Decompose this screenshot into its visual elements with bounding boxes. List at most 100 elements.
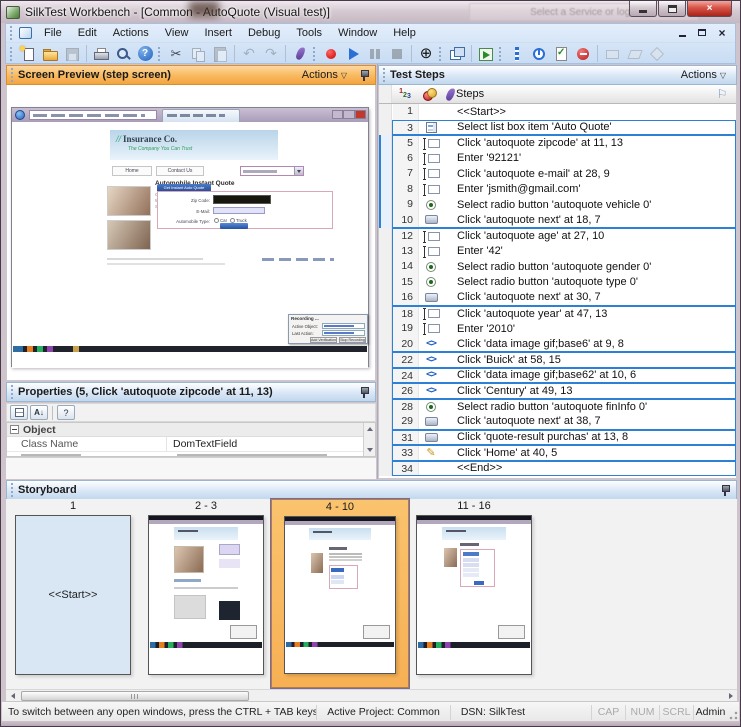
row-selector[interactable]	[379, 337, 392, 353]
menu-actions[interactable]: Actions	[105, 25, 157, 41]
storyboard-thumb-1[interactable]: 1<<Start>>	[15, 499, 131, 675]
menu-tools[interactable]: Tools	[288, 25, 330, 41]
row-selector[interactable]	[379, 151, 392, 167]
test-steps-column-header[interactable]: 123 Steps ⚐	[379, 85, 736, 104]
scrollbar-thumb[interactable]	[21, 691, 249, 701]
test-step-row-19[interactable]: 19Enter '2010'	[379, 321, 736, 337]
row-selector[interactable]	[379, 135, 392, 151]
row-selector[interactable]	[379, 290, 392, 306]
test-step-row-31[interactable]: 31Click 'quote-result purchas' at 13, 8	[379, 430, 736, 446]
steps-button[interactable]	[506, 44, 528, 63]
test-step-row-29[interactable]: 29Click 'autoquote next' at 38, 7	[379, 414, 736, 430]
panel-splitter[interactable]	[377, 64, 378, 479]
panel-grip[interactable]	[11, 385, 16, 399]
minimize-button[interactable]	[629, 1, 657, 17]
row-selector[interactable]	[379, 259, 392, 275]
shape-rect-button[interactable]	[601, 44, 623, 63]
identify-button[interactable]: ⊕	[415, 44, 437, 63]
panel-grip[interactable]	[383, 68, 388, 82]
collapse-icon[interactable]	[10, 425, 19, 434]
row-selector[interactable]	[379, 244, 392, 260]
property-group-row[interactable]: Object	[7, 423, 375, 437]
property-row[interactable]: Class NameDomTextField	[7, 437, 375, 452]
help-button[interactable]: ?	[134, 44, 156, 63]
menu-help[interactable]: Help	[385, 25, 424, 41]
test-step-row-12[interactable]: 12Click 'autoquote age' at 27, 10	[379, 228, 736, 244]
redo-button[interactable]: ↷	[260, 44, 282, 63]
menubar-grip[interactable]	[10, 26, 15, 40]
property-value[interactable]: DomTextField	[167, 437, 375, 451]
test-step-row-8[interactable]: 8Enter 'jsmith@gmail.com'	[379, 182, 736, 198]
menu-insert[interactable]: Insert	[196, 25, 240, 41]
test-step-row-24[interactable]: 24<>Click 'data image gif;base62' at 10,…	[379, 368, 736, 384]
test-step-row-3[interactable]: 3Select list box item 'Auto Quote'	[379, 120, 736, 136]
pin-icon[interactable]	[359, 386, 369, 399]
alphabetical-sort-button[interactable]: A↓	[30, 405, 48, 420]
verify-button[interactable]	[550, 44, 572, 63]
save-button[interactable]	[61, 44, 83, 63]
categorized-button[interactable]	[10, 405, 28, 420]
mdi-minimize-button[interactable]	[675, 26, 689, 39]
row-selector[interactable]	[379, 166, 392, 182]
print-button[interactable]	[90, 44, 112, 63]
preview-button[interactable]	[112, 44, 134, 63]
row-selector[interactable]	[379, 445, 392, 461]
row-selector[interactable]	[379, 275, 392, 291]
test-step-row-7[interactable]: 7Click 'autoquote e-mail' at 28, 9	[379, 166, 736, 182]
paste-button[interactable]	[209, 44, 231, 63]
test-steps-actions-button[interactable]: Actions▽	[677, 68, 730, 82]
row-selector[interactable]	[379, 430, 392, 446]
pin-icon[interactable]	[720, 484, 730, 497]
test-step-row-33[interactable]: 33✎Click 'Home' at 40, 5	[379, 445, 736, 461]
menu-debug[interactable]: Debug	[240, 25, 288, 41]
shape-diamond-button[interactable]	[645, 44, 667, 63]
row-selector[interactable]	[379, 414, 392, 430]
menu-view[interactable]: View	[157, 25, 197, 41]
row-selector[interactable]	[379, 352, 392, 368]
mdi-close-button[interactable]: ×	[715, 26, 729, 39]
test-step-row-22[interactable]: 22<>Click 'Buick' at 58, 15	[379, 352, 736, 368]
row-selector[interactable]	[379, 306, 392, 322]
maximize-button[interactable]	[658, 1, 686, 17]
test-step-row-15[interactable]: 15Select radio button 'autoquote type 0'	[379, 275, 736, 291]
menu-edit[interactable]: Edit	[70, 25, 105, 41]
undo-button[interactable]: ↶	[238, 44, 260, 63]
menu-file[interactable]: File	[36, 25, 70, 41]
test-step-row-26[interactable]: 26<>Click 'Century' at 49, 13	[379, 383, 736, 399]
test-step-row-28[interactable]: 28Select radio button 'autoquote finInfo…	[379, 399, 736, 415]
test-step-row-13[interactable]: 13Enter '42'	[379, 244, 736, 260]
storyboard-scrollbar[interactable]	[6, 689, 737, 701]
property-help-button[interactable]: ?	[57, 405, 75, 420]
close-button[interactable]: ×	[687, 1, 732, 17]
copy-button[interactable]	[187, 44, 209, 63]
row-selector[interactable]	[379, 368, 392, 384]
pause-button[interactable]	[364, 44, 386, 63]
panel-grip[interactable]	[11, 483, 16, 497]
row-selector[interactable]	[379, 383, 392, 399]
storyboard-thumb-11-16[interactable]: 11 - 16	[416, 499, 532, 675]
visualtest-button[interactable]	[289, 44, 311, 63]
row-selector[interactable]	[379, 213, 392, 229]
stop-button[interactable]	[386, 44, 408, 63]
panel-grip[interactable]	[11, 68, 16, 82]
new-button[interactable]	[17, 44, 39, 63]
test-step-row-10[interactable]: 10Click 'autoquote next' at 18, 7	[379, 213, 736, 229]
row-selector[interactable]	[379, 399, 392, 415]
test-step-row-1[interactable]: 1<<Start>>	[379, 104, 736, 120]
row-selector[interactable]	[379, 197, 392, 213]
play-button[interactable]	[342, 44, 364, 63]
test-step-row-34[interactable]: 34<<End>>	[379, 461, 736, 477]
row-selector[interactable]	[379, 461, 392, 477]
row-selector[interactable]	[379, 120, 392, 136]
screen-preview-actions-button[interactable]: Actions▽	[298, 68, 351, 82]
cut-button[interactable]: ✂	[165, 44, 187, 63]
test-step-row-5[interactable]: 5Click 'autoquote zipcode' at 11, 13	[379, 135, 736, 151]
row-selector[interactable]	[379, 228, 392, 244]
shape-para-button[interactable]	[623, 44, 645, 63]
test-step-row-6[interactable]: 6Enter '92121'	[379, 151, 736, 167]
storyboard-thumb-2-3[interactable]: 2 - 3	[148, 499, 264, 675]
open-button[interactable]	[39, 44, 61, 63]
record-button[interactable]	[320, 44, 342, 63]
timer-button[interactable]	[528, 44, 550, 63]
windows-button[interactable]	[446, 44, 468, 63]
